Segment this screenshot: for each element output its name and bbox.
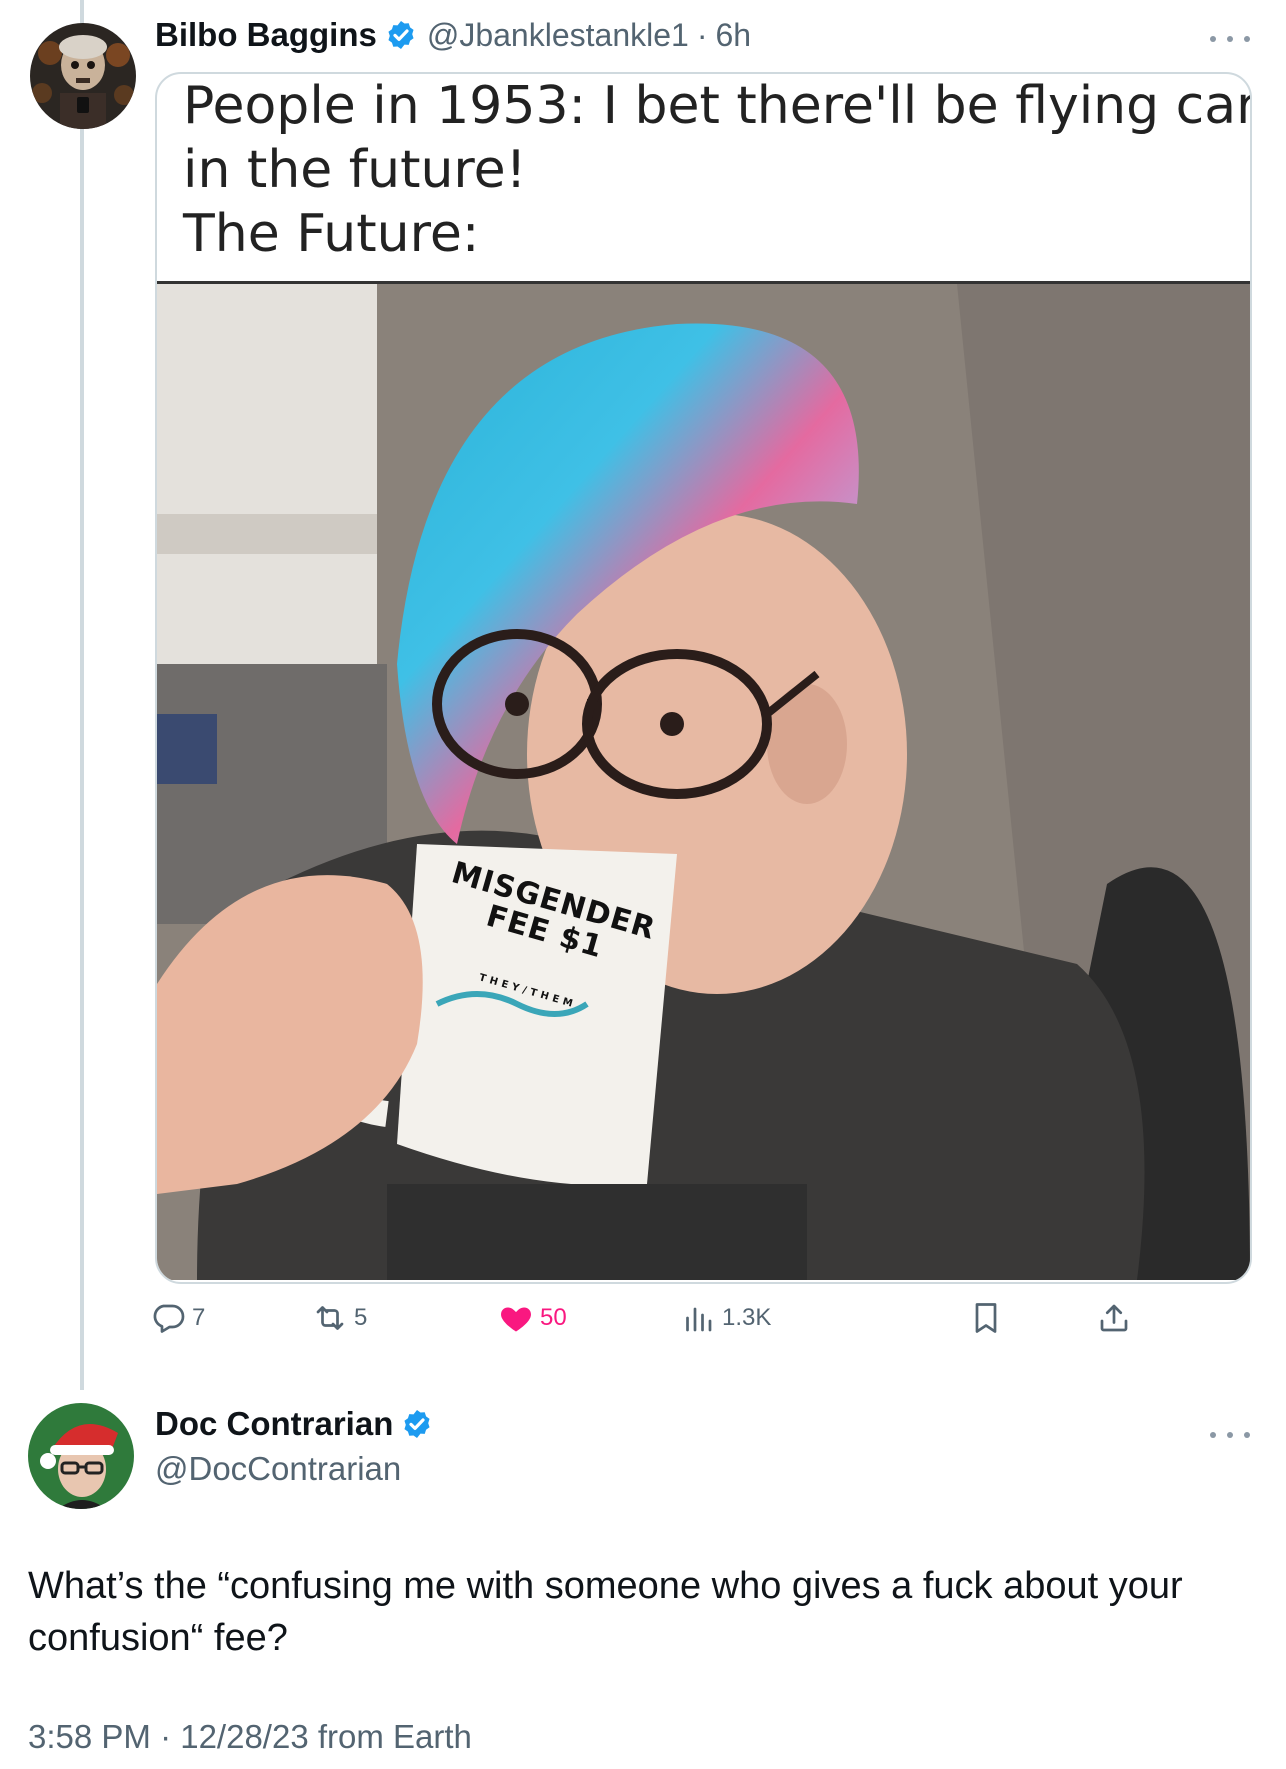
reply-button[interactable]: 7 — [150, 1300, 205, 1336]
more-options-icon[interactable] — [1210, 29, 1250, 49]
views-icon — [686, 1307, 712, 1332]
tweet-action-bar: 7 5 50 1.3K — [150, 1300, 1150, 1344]
bilbo-avatar[interactable] — [30, 23, 136, 129]
tweet-time[interactable]: 6h — [715, 17, 751, 54]
bookmark-button[interactable] — [968, 1300, 1004, 1336]
repost-icon — [316, 1306, 344, 1330]
meme-caption: People in 1953: I bet there'll be flying… — [157, 74, 1250, 284]
thread-connector-line — [80, 0, 84, 1390]
doc-avatar-image — [28, 1403, 134, 1509]
doc-contrarian-avatar[interactable] — [28, 1403, 134, 1509]
bilbo-avatar-image — [30, 23, 136, 129]
views-count: 1.3K — [722, 1304, 772, 1331]
like-icon — [501, 1307, 531, 1332]
verified-badge-icon — [401, 1408, 433, 1440]
more-options-icon[interactable] — [1210, 1425, 1250, 1445]
reply-author-display-name[interactable]: Doc Contrarian — [155, 1405, 393, 1443]
reply-count: 7 — [192, 1304, 206, 1331]
original-tweet-header: Bilbo Baggins @Jbanklestankle1 · 6h — [155, 16, 751, 54]
photo-illustration — [157, 284, 1250, 1280]
author-display-name[interactable]: Bilbo Baggins — [155, 16, 377, 54]
meme-caption-line: The Future: — [183, 204, 480, 264]
repost-count: 5 — [354, 1304, 368, 1331]
separator-dot: · — [696, 16, 708, 53]
share-button[interactable] — [1096, 1300, 1132, 1336]
like-button[interactable]: 50 — [498, 1300, 567, 1336]
author-handle[interactable]: @Jbanklestankle1 — [427, 17, 689, 54]
verified-badge-icon — [385, 19, 417, 51]
reply-tweet-text: What’s the “confusing me with someone wh… — [28, 1565, 1183, 1659]
meme-photo: MISGENDER FEE $1 THEY/THEM — [157, 284, 1250, 1280]
reply-icon — [153, 1304, 185, 1333]
bookmark-icon — [975, 1303, 997, 1333]
reply-timestamp[interactable]: 3:58 PM · 12/28/23 from Earth — [28, 1718, 472, 1756]
share-icon — [1100, 1304, 1128, 1332]
tweet-media[interactable]: People in 1953: I bet there'll be flying… — [155, 72, 1252, 1284]
views-button[interactable]: 1.3K — [680, 1300, 771, 1336]
like-count: 50 — [540, 1304, 567, 1331]
repost-button[interactable]: 5 — [312, 1300, 367, 1336]
reply-author-handle[interactable]: @DocContrarian — [155, 1450, 401, 1488]
meme-caption-line: People in 1953: I bet there'll be flying… — [183, 76, 1252, 136]
meme-caption-line: in the future! — [183, 140, 527, 200]
reply-tweet-header: Doc Contrarian — [155, 1405, 433, 1443]
